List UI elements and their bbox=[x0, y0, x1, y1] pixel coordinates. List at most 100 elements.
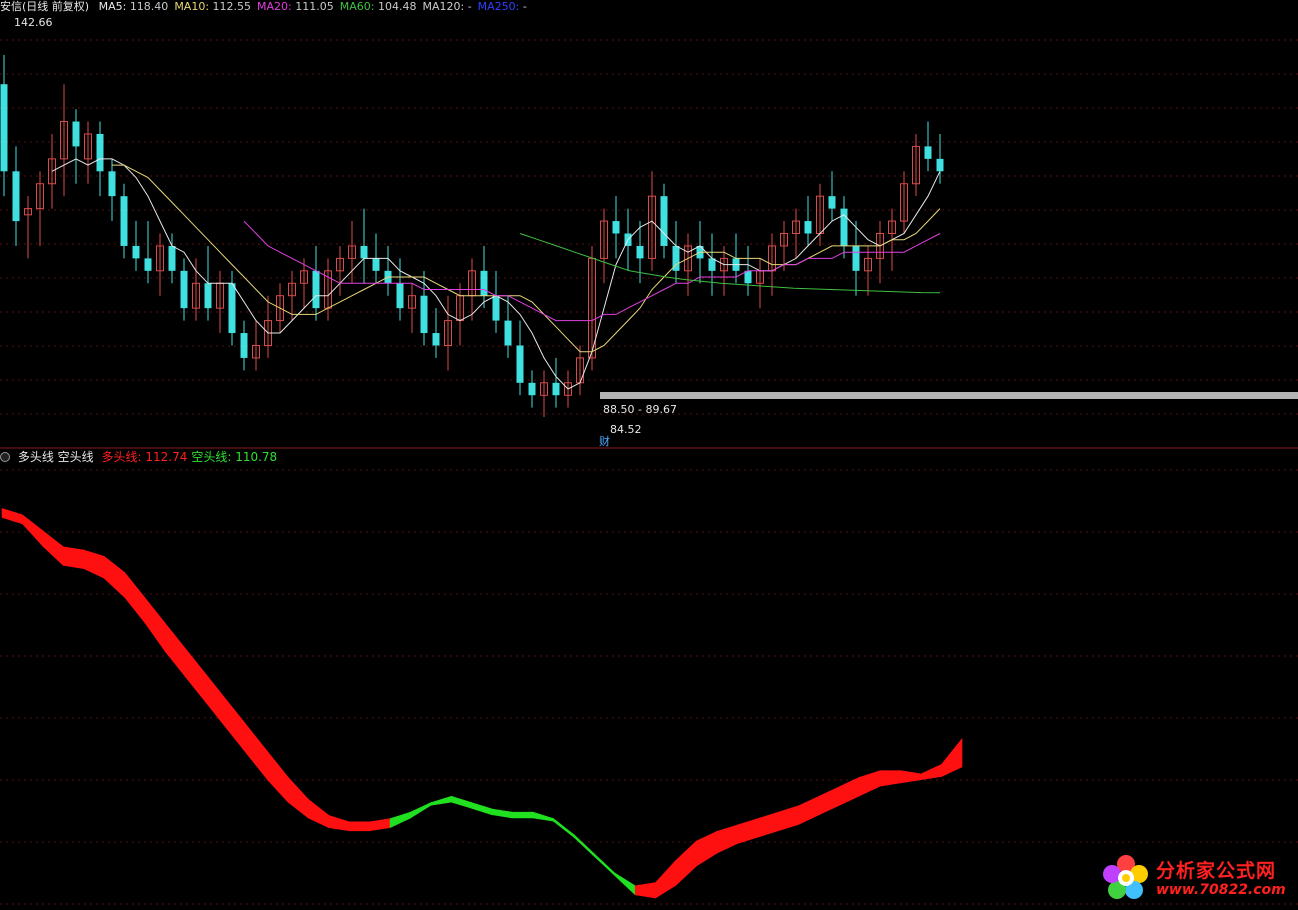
bull-segment bbox=[900, 770, 922, 784]
bull-segment bbox=[675, 840, 697, 886]
ma-legend-item-3: MA60: 104.48 bbox=[339, 0, 417, 13]
crosshair-bar bbox=[600, 392, 1298, 399]
candle-body-down bbox=[660, 196, 668, 246]
bull-segment bbox=[859, 770, 881, 797]
bull-segment bbox=[716, 824, 738, 854]
bull-segment bbox=[348, 821, 371, 832]
bear-segment bbox=[593, 853, 616, 877]
candle-body-down bbox=[240, 333, 248, 358]
bull-segment bbox=[818, 786, 840, 816]
bear-segment bbox=[512, 811, 534, 819]
candle-body-down bbox=[204, 283, 212, 309]
watermark-logo: 分析家公式网 www.70822.com bbox=[1098, 850, 1296, 906]
bull-segment bbox=[634, 882, 656, 899]
candle-body-down bbox=[432, 333, 440, 346]
bull-segment bbox=[920, 763, 942, 781]
bear-segment bbox=[553, 817, 575, 838]
candle-body-down bbox=[936, 158, 944, 172]
bull-segment bbox=[206, 673, 227, 730]
range-label: 88.50 - 89.67 bbox=[603, 403, 677, 416]
candle-body-down bbox=[228, 283, 236, 334]
candle-body-down bbox=[708, 258, 716, 271]
grid-lines bbox=[0, 39, 1298, 905]
indicator-legend: 多头线: 112.74 空头线: 110.78 bbox=[101, 450, 281, 464]
bear-segment bbox=[532, 811, 554, 822]
bear-segment bbox=[451, 795, 473, 809]
bull-segment bbox=[83, 549, 105, 579]
indicator-legend-item-1: 空头线: 110.78 bbox=[191, 450, 278, 464]
candle-body-down bbox=[168, 245, 176, 271]
main-chart-header: 安信(日线 前复权) MA5: 118.40 MA10: 112.55 MA20: … bbox=[0, 0, 539, 14]
candle-body-down bbox=[744, 270, 752, 284]
candle-body-down bbox=[612, 221, 620, 234]
candle-body-down bbox=[144, 258, 152, 271]
bull-segment bbox=[124, 571, 146, 624]
bull-segment bbox=[757, 811, 779, 838]
flower-logo-icon bbox=[1103, 855, 1148, 899]
bull-segment bbox=[267, 750, 289, 803]
bull-segment bbox=[287, 776, 309, 819]
candle-body-down bbox=[72, 121, 80, 147]
candle-body-down bbox=[516, 345, 524, 383]
indicator-title[interactable]: 多头线 空头线 bbox=[18, 450, 94, 464]
indicator-header: 多头线 空头线 多头线: 112.74 空头线: 110.78 bbox=[0, 450, 285, 466]
candle-body-down bbox=[0, 84, 8, 172]
bull-segment bbox=[941, 737, 963, 777]
ma-legend-item-5: MA250: - bbox=[477, 0, 527, 13]
candlestick-series bbox=[0, 54, 944, 418]
bull-segment bbox=[185, 648, 207, 704]
candle-body-down bbox=[828, 196, 836, 209]
bull-segment bbox=[165, 622, 187, 679]
bull-segment bbox=[22, 514, 44, 547]
bull-segment bbox=[328, 814, 350, 832]
candle-body-down bbox=[840, 208, 848, 246]
bull-segment bbox=[144, 597, 166, 653]
bear-segment bbox=[491, 808, 513, 819]
bear-segment bbox=[471, 802, 493, 816]
watermark-title: 分析家公式网 bbox=[1156, 860, 1277, 882]
candle-body-down bbox=[492, 295, 500, 321]
bull-segment bbox=[246, 725, 268, 781]
candle-body-down bbox=[420, 295, 428, 334]
candle-body-down bbox=[360, 245, 368, 259]
bull-segment bbox=[42, 530, 64, 567]
candle-body-down bbox=[852, 245, 860, 271]
indicator-legend-item-0: 多头线: 112.74 bbox=[101, 450, 188, 464]
low-price-label: 84.52 bbox=[610, 423, 642, 436]
ma-legend-item-4: MA120: - bbox=[422, 0, 472, 13]
bull-segment bbox=[839, 776, 861, 806]
candle-body-down bbox=[504, 320, 512, 346]
bull-segment bbox=[62, 546, 84, 569]
bear-segment bbox=[614, 872, 636, 896]
candle-body-down bbox=[12, 171, 20, 222]
bull-segment bbox=[308, 798, 330, 829]
high-price-label: 142.66 bbox=[14, 16, 53, 29]
crosshair-horizontal-bar bbox=[600, 392, 1298, 399]
candle-body-down bbox=[372, 258, 380, 271]
ma-legend: MA5: 118.40 MA10: 112.55 MA20: 111.05 MA60:… bbox=[99, 0, 533, 13]
bull-segment bbox=[879, 770, 902, 787]
event-marker[interactable]: 财 bbox=[599, 436, 610, 448]
candle-body-down bbox=[396, 283, 404, 309]
bull-segment bbox=[226, 699, 248, 755]
candle-body-down bbox=[120, 196, 128, 246]
candle-body-down bbox=[924, 146, 932, 159]
bear-segment bbox=[430, 795, 452, 806]
bull-segment bbox=[369, 818, 391, 832]
bear-segment bbox=[389, 811, 411, 829]
candle-body-down bbox=[480, 270, 488, 296]
candle-body-down bbox=[312, 270, 320, 309]
bull-segment bbox=[777, 805, 799, 832]
candle-body-down bbox=[636, 245, 644, 259]
candle-body-down bbox=[804, 221, 812, 234]
indicator-toggle-icon[interactable] bbox=[0, 452, 10, 462]
bear-segment bbox=[410, 802, 432, 819]
candle-body-down bbox=[180, 270, 188, 309]
stock-title[interactable]: 安信(日线 前复权) bbox=[0, 0, 89, 13]
ma-legend-item-2: MA20: 111.05 bbox=[257, 0, 334, 13]
bear-segment bbox=[573, 833, 595, 858]
bull-segment bbox=[798, 795, 820, 825]
ma-legend-item-1: MA10: 112.55 bbox=[174, 0, 252, 13]
candle-body-down bbox=[552, 382, 560, 396]
watermark-url: www.70822.com bbox=[1156, 882, 1286, 898]
